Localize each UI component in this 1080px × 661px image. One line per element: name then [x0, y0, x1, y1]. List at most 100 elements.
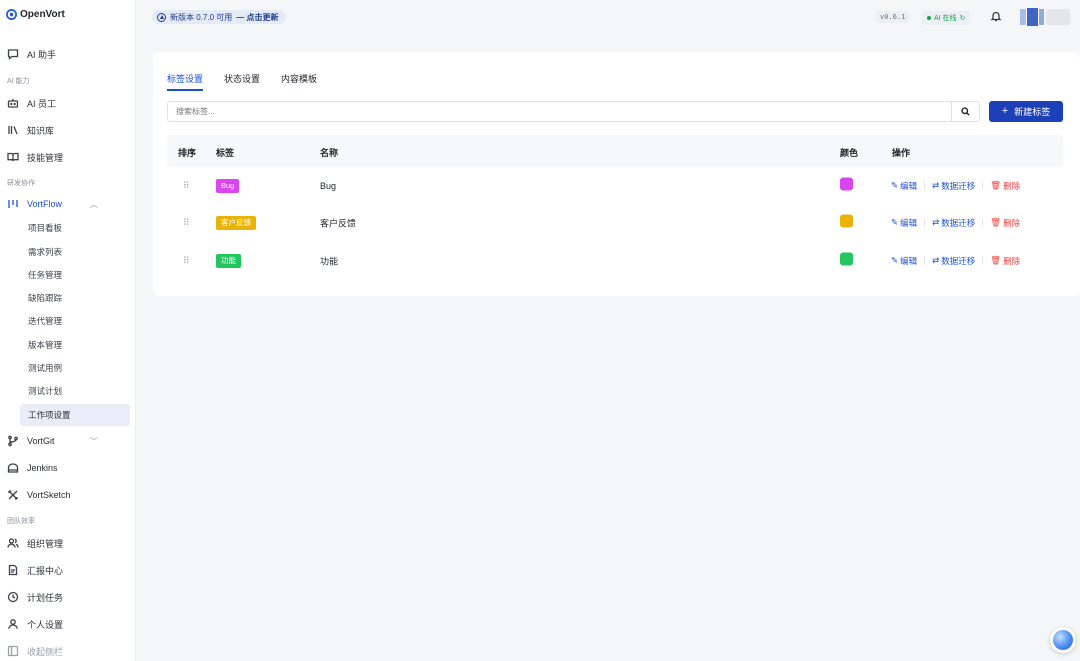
sidebar-item-jenkins[interactable]: Jenkins — [6, 457, 130, 479]
migrate-button[interactable]: ⇄ 数据迁移 — [932, 217, 975, 229]
file-report-icon — [6, 563, 20, 577]
user-name-blurred[interactable] — [1046, 9, 1070, 25]
sidebar-item-ai-staff[interactable]: AI 员工 — [6, 92, 130, 114]
drag-handle-icon[interactable]: ⠿ — [183, 255, 190, 266]
sidebar-subitem-tasks[interactable]: 任务管理 — [20, 264, 130, 286]
top-bar: 新版本 0.7.0 可用 — 点击更新 v0.6.1 AI 在线 ↻ — [136, 0, 1080, 34]
section-label-ai: AI 能力 — [7, 78, 30, 85]
tab-tag-settings[interactable]: 标签设置 — [167, 72, 204, 91]
migrate-button[interactable]: ⇄ 数据迁移 — [932, 180, 975, 192]
sidebar-item-vortsketch[interactable]: VortSketch — [6, 484, 130, 506]
sidebar-item-plans[interactable]: 计划任务 — [6, 586, 130, 608]
table-header: 排序 标签 名称 颜色 操作 — [167, 135, 1063, 167]
migrate-button[interactable]: ⇄ 数据迁移 — [932, 255, 975, 267]
table-row: ⠿ 功能 功能 ✎ 编辑 ⇄ 数据迁移 🗑 删除 — [167, 242, 1063, 279]
delete-button[interactable]: 🗑 删除 — [990, 255, 1020, 267]
sidebar-subitem-iterations[interactable]: 迭代管理 — [20, 310, 130, 332]
delete-button[interactable]: 🗑 删除 — [990, 180, 1020, 192]
server-icon — [6, 461, 20, 475]
drag-handle-icon[interactable]: ⠿ — [183, 217, 190, 228]
status-dot-icon — [927, 16, 931, 20]
edit-button[interactable]: ✎ 编辑 — [891, 180, 917, 192]
assistant-fab[interactable] — [1050, 627, 1076, 653]
search-icon — [961, 107, 970, 116]
clock-icon — [6, 590, 20, 604]
book-open-icon — [6, 150, 20, 164]
tab-status-settings[interactable]: 状态设置 — [224, 72, 260, 91]
search-button[interactable] — [951, 101, 980, 122]
sidebar-subitem-test-cases[interactable]: 测试用例 — [20, 357, 130, 379]
app-logo[interactable]: OpenVort — [6, 9, 65, 20]
update-action: — 点击更新 — [236, 12, 279, 22]
sidebar-item-personal[interactable]: 个人设置 — [6, 613, 130, 635]
settings-card: 标签设置 状态设置 内容模板 + 新建标签 排序 标签 名称 颜色 操作 ⠿ Bu… — [153, 52, 1080, 296]
sidebar-item-vortgit[interactable]: VortGit ﹀ — [6, 430, 130, 452]
sidebar-collapse-button[interactable]: 收起侧栏 — [6, 640, 130, 661]
user-icon — [6, 617, 20, 631]
delete-label: 删除 — [1003, 255, 1021, 266]
sidebar-item-org[interactable]: 组织管理 — [6, 532, 130, 554]
color-swatch — [840, 252, 853, 265]
th-name: 名称 — [320, 148, 339, 158]
library-icon — [6, 123, 20, 137]
sidebar-item-label: 技能管理 — [27, 152, 64, 163]
edit-button[interactable]: ✎ 编辑 — [891, 217, 917, 229]
update-banner[interactable]: 新版本 0.7.0 可用 — 点击更新 — [152, 10, 287, 24]
sidebar-item-label: AI 员工 — [27, 98, 57, 109]
sidebar-item-label: Jenkins — [27, 463, 58, 473]
edit-label: 编辑 — [900, 180, 918, 191]
drag-handle-icon[interactable]: ⠿ — [183, 180, 190, 191]
sidebar-subitem-test-plans[interactable]: 测试计划 — [20, 380, 130, 402]
color-swatch — [840, 177, 853, 190]
search-input[interactable] — [167, 101, 952, 122]
sidebar-subitem-project-board[interactable]: 项目看板 — [20, 217, 130, 239]
avatar[interactable] — [1020, 8, 1044, 26]
chevron-down-icon: ﹀ — [90, 436, 98, 446]
swap-icon: ⇄ — [932, 180, 940, 190]
th-tag: 标签 — [216, 148, 235, 158]
delete-button[interactable]: 🗑 删除 — [990, 217, 1020, 229]
table-row: ⠿ 客户反馈 客户反馈 ✎ 编辑 ⇄ 数据迁移 🗑 删除 — [167, 204, 1063, 241]
app-name: OpenVort — [20, 9, 65, 20]
sidebar-subitem-versions[interactable]: 版本管理 — [20, 334, 130, 356]
section-label-dev: 研发协作 — [7, 180, 35, 187]
sidebar-item-vortflow[interactable]: VortFlow ︿ — [6, 193, 130, 215]
new-tag-button[interactable]: + 新建标签 — [989, 101, 1063, 122]
sidebar-item-label: VortFlow — [27, 199, 63, 209]
trash-icon: 🗑 — [990, 217, 1002, 227]
sidebar-item-label: 组织管理 — [27, 538, 64, 549]
version-badge: v0.6.1 — [876, 11, 910, 23]
sidebar-item-label: 知识库 — [27, 125, 55, 136]
th-actions: 操作 — [892, 148, 911, 158]
tag-badge: Bug — [216, 178, 240, 193]
sidebar-subitem-bugs[interactable]: 缺陷跟踪 — [20, 287, 130, 309]
sidebar-subitem-workitem-settings[interactable]: 工作项设置 — [20, 404, 130, 426]
notification-bell-icon[interactable] — [990, 10, 1004, 24]
divider — [982, 256, 984, 265]
new-tag-label: 新建标签 — [1014, 107, 1051, 117]
update-text: 新版本 0.7.0 可用 — [170, 12, 233, 22]
edit-button[interactable]: ✎ 编辑 — [891, 255, 917, 267]
tag-name: Bug — [320, 180, 337, 191]
trash-icon: 🗑 — [990, 180, 1002, 190]
chevron-up-icon: ︿ — [90, 199, 98, 209]
edit-label: 编辑 — [900, 255, 918, 266]
tag-badge: 功能 — [216, 253, 241, 268]
sidebar-item-label: VortSketch — [27, 490, 71, 500]
row-actions: ✎ 编辑 ⇄ 数据迁移 🗑 删除 — [891, 217, 1020, 229]
divider — [924, 181, 926, 190]
tag-name: 功能 — [320, 256, 339, 266]
refresh-icon[interactable]: ↻ — [960, 14, 966, 22]
sidebar-item-skills[interactable]: 技能管理 — [6, 146, 130, 168]
sidebar-item-label: 汇报中心 — [27, 565, 64, 576]
users-icon — [6, 536, 20, 550]
sidebar-item-reports[interactable]: 汇报中心 — [6, 559, 130, 581]
ai-status-text: AI 在线 — [934, 15, 957, 22]
tab-content-templates[interactable]: 内容模板 — [281, 72, 317, 91]
th-color: 颜色 — [840, 148, 859, 158]
sidebar-item-label: 计划任务 — [27, 592, 64, 603]
sidebar-subitem-requirements[interactable]: 需求列表 — [20, 241, 130, 263]
pencil-icon: ✎ — [891, 255, 899, 265]
sidebar-item-knowledge[interactable]: 知识库 — [6, 119, 130, 141]
sidebar-item-ai-assistant[interactable]: AI 助手 — [6, 43, 130, 65]
